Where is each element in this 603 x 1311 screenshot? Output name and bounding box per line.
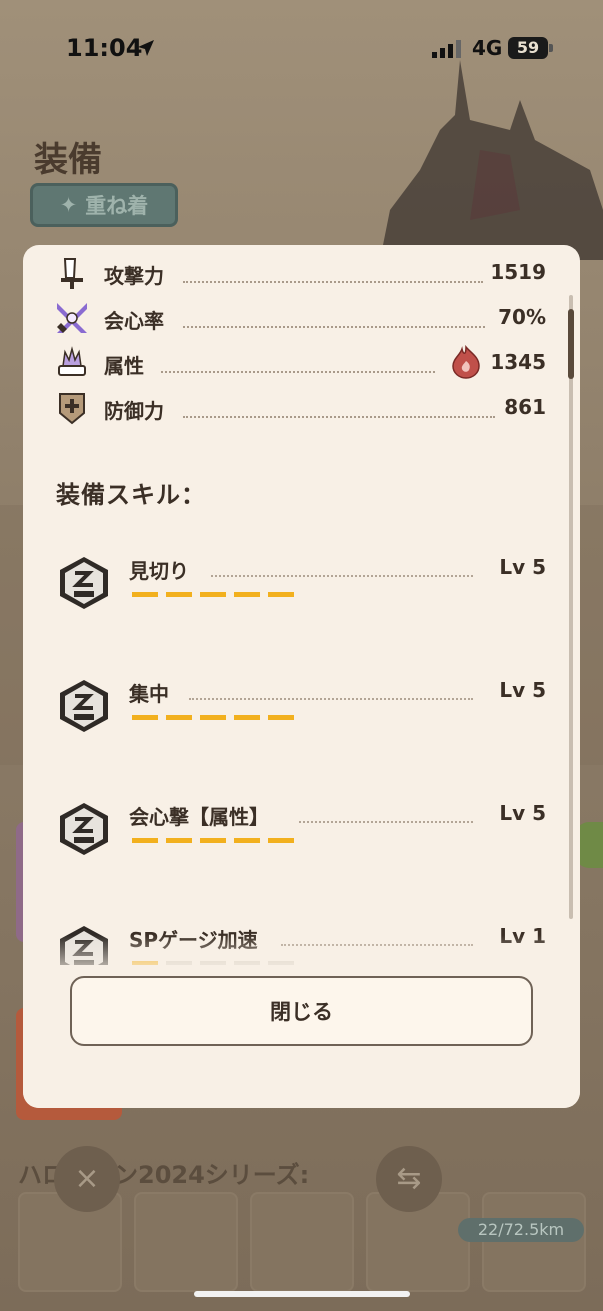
skill-row: 見切り Lv 5	[23, 555, 580, 635]
level-bar-segment	[166, 715, 192, 720]
armor-layer-icon: ✦	[59, 193, 78, 217]
scrollbar-track[interactable]	[569, 295, 573, 919]
dotted-leader	[189, 698, 473, 700]
skill-level-bars	[132, 592, 294, 597]
stat-label: 防御力	[104, 399, 164, 423]
layered-armor-label: 重ね着	[85, 194, 149, 218]
scrollbar-thumb[interactable]	[568, 309, 574, 379]
level-bar-segment	[200, 838, 226, 843]
stat-row-affinity: 会心率 70%	[23, 299, 580, 339]
dotted-leader	[183, 416, 495, 418]
level-bar-segment	[268, 715, 294, 720]
stat-label: 会心率	[104, 309, 164, 333]
skill-name: 集中	[129, 682, 169, 706]
stat-value: 1519	[490, 260, 546, 284]
home-indicator[interactable]	[194, 1291, 410, 1297]
swap-arrows-icon: ⇆	[376, 1146, 442, 1212]
cellular-signal-icon	[432, 40, 461, 58]
layered-armor-button[interactable]: ✦ 重ね着	[30, 183, 178, 227]
skill-badge-icon	[60, 803, 108, 855]
equipment-slot	[134, 1192, 238, 1292]
level-bar-segment	[234, 715, 260, 720]
crossed-blades-icon	[57, 303, 87, 333]
skill-badge-icon	[60, 557, 108, 609]
close-button[interactable]: 閉じる	[70, 976, 533, 1046]
level-bar-segment	[234, 592, 260, 597]
distance-counter: 22/72.5km	[458, 1218, 584, 1242]
level-bar-segment	[166, 592, 192, 597]
close-x-icon: ×	[54, 1146, 120, 1212]
skills-heading: 装備スキル：	[56, 481, 206, 509]
stat-row-attack: 攻撃力 1519	[23, 254, 580, 294]
skill-row: 集中 Lv 5	[23, 678, 580, 758]
sword-icon	[61, 258, 83, 289]
level-bar-segment	[200, 715, 226, 720]
equipment-detail-modal: 攻撃力 1519 会心率 70% 属性 1345 防御力 861 装備スキル： …	[23, 245, 580, 1108]
equipment-slot	[250, 1192, 354, 1292]
level-bar-segment	[132, 592, 158, 597]
skill-row: 会心撃【属性】 Lv 5	[23, 801, 580, 881]
skill-badge-icon	[60, 680, 108, 732]
skill-name: 会心撃【属性】	[129, 805, 269, 829]
skill-name: 見切り	[129, 559, 189, 583]
stat-row-defense: 防御力 861	[23, 389, 580, 429]
page-title: 装備	[34, 140, 102, 180]
dotted-leader	[299, 821, 473, 823]
level-bar-segment	[268, 592, 294, 597]
stat-value: 1345	[490, 350, 546, 374]
level-bar-segment	[200, 592, 226, 597]
stat-label: 攻撃力	[104, 264, 164, 288]
dotted-leader	[161, 371, 435, 373]
skill-level: Lv 5	[499, 555, 546, 579]
battery-nub	[549, 44, 553, 52]
equipment-slot	[482, 1192, 586, 1292]
level-bar-segment	[268, 838, 294, 843]
level-bar-segment	[132, 715, 158, 720]
stat-label: 属性	[104, 354, 144, 378]
shield-icon	[59, 393, 85, 425]
flame-claw-icon	[58, 346, 86, 376]
level-bar-segment	[166, 838, 192, 843]
skill-level: Lv 5	[499, 678, 546, 702]
stat-value: 861	[504, 395, 546, 419]
status-bar: 11:04 4G 59	[0, 0, 603, 96]
dotted-leader	[183, 326, 485, 328]
level-bar-segment	[234, 838, 260, 843]
clock-time: 11:04	[66, 34, 143, 62]
dotted-leader	[211, 575, 473, 577]
skill-level-bars	[132, 838, 294, 843]
network-type: 4G	[472, 36, 503, 60]
level-bar-segment	[132, 838, 158, 843]
skill-level: Lv 5	[499, 801, 546, 825]
skill-level-bars	[132, 715, 294, 720]
fire-element-icon	[452, 345, 480, 379]
location-arrow-icon	[138, 40, 154, 56]
battery-icon: 59	[508, 37, 548, 59]
stat-row-element: 属性 1345	[23, 344, 580, 384]
dotted-leader	[183, 281, 483, 283]
stat-value: 70%	[498, 305, 546, 329]
